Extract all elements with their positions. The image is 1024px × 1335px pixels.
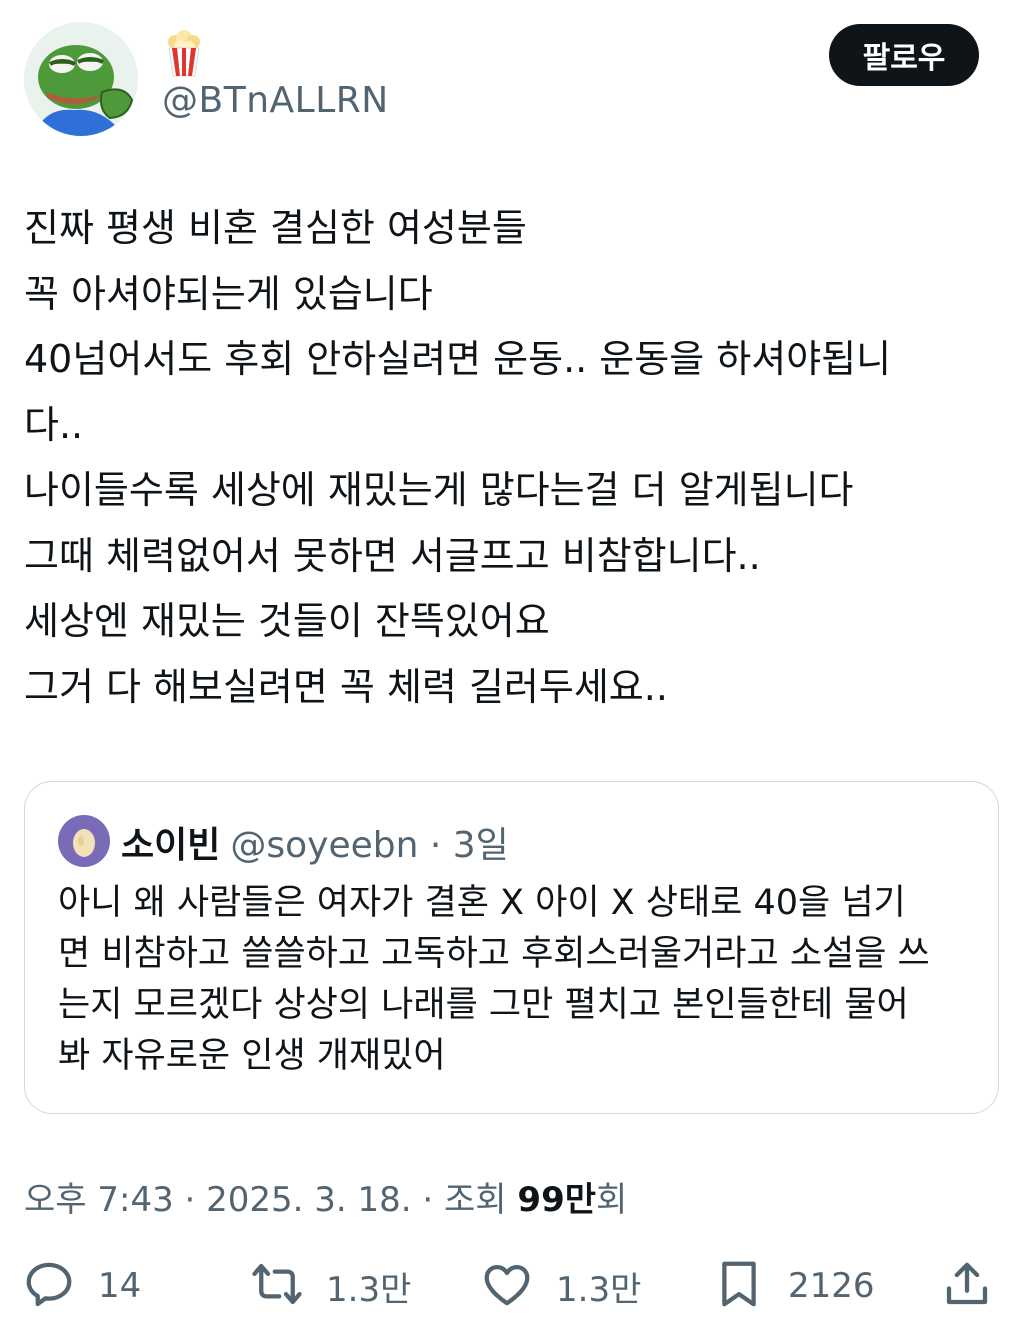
quoted-meta: 소이빈 @soyeebn · 3일: [121, 816, 509, 868]
tweet-line: 꼭 아셔야되는게 있습니다: [24, 271, 433, 316]
reply-count: 14: [98, 1266, 142, 1306]
action-bar: 14 1.3만 1.3만 2126: [0, 1256, 1024, 1316]
bookmark-icon: [712, 1257, 766, 1315]
like-count: 1.3만: [556, 1269, 642, 1310]
bookmark-button[interactable]: 2126: [712, 1256, 875, 1316]
popcorn-icon: [164, 30, 204, 78]
author-avatar[interactable]: [24, 22, 138, 136]
quoted-author-name[interactable]: 소이빈: [121, 825, 220, 866]
quoted-line: 면 비참하고 쓸쓸하고 고독하고 후회스러울거라고 소설을 쓰: [58, 934, 930, 974]
view-count: 99만: [517, 1180, 597, 1220]
tweet-line: 나이들수록 세상에 재밌는게 많다는걸 더 알게됩니다: [24, 468, 854, 512]
reply-icon: [22, 1257, 76, 1315]
tweet-line: 그거 다 해보실려면 꼭 체력 길러두세요..: [24, 664, 668, 709]
quoted-handle-time: @soyeebn · 3일: [230, 825, 509, 866]
quoted-line: 봐 자유로운 인생 개재밌어: [58, 1036, 446, 1076]
tweet-line: 다..: [24, 402, 84, 447]
like-button[interactable]: 1.3만: [480, 1256, 641, 1316]
follow-button[interactable]: 팔로우: [829, 24, 979, 86]
reply-button[interactable]: 14: [22, 1256, 141, 1316]
share-button[interactable]: [940, 1256, 994, 1316]
retweet-button[interactable]: 1.3만: [250, 1256, 411, 1316]
quoted-text: 아니 왜 사람들은 여자가 결혼 X 아이 X 상태로 40을 넘기 면 비참하…: [58, 878, 978, 1082]
quoted-line: 아니 왜 사람들은 여자가 결혼 X 아이 X 상태로 40을 넘기: [58, 883, 906, 923]
tweet-header: @BTnALLRN 팔로우: [0, 0, 1024, 150]
tweet-line: 그때 체력없어서 못하면 서글프고 비참합니다..: [24, 533, 761, 578]
heart-icon: [480, 1257, 534, 1315]
quoted-author-avatar[interactable]: [58, 815, 110, 867]
tweet-line: 40넘어서도 후회 안하실려면 운동.. 운동을 하셔야됩니: [24, 337, 892, 381]
tweet-meta: 오후 7:43 · 2025. 3. 18. · 조회 99만회: [24, 1172, 627, 1221]
bookmark-count: 2126: [788, 1266, 875, 1306]
quoted-line: 는지 모르겠다 상상의 나래를 그만 펼치고 본인들한테 물어: [58, 985, 909, 1025]
quoted-tweet-card[interactable]: 소이빈 @soyeebn · 3일 아니 왜 사람들은 여자가 결혼 X 아이 X…: [24, 781, 999, 1114]
view-suffix: 회: [596, 1180, 628, 1220]
tweet-text: 진짜 평생 비혼 결심한 여성분들 꼭 아셔야되는게 있습니다 40넘어서도 후…: [24, 196, 999, 720]
tweet-line: 진짜 평생 비혼 결심한 여성분들: [24, 206, 527, 250]
retweet-icon: [250, 1257, 304, 1315]
share-icon: [940, 1257, 994, 1315]
retweet-count: 1.3만: [326, 1269, 412, 1310]
author-handle[interactable]: @BTnALLRN: [162, 80, 389, 121]
tweet-datetime[interactable]: 오후 7:43 · 2025. 3. 18. · 조회: [24, 1180, 517, 1220]
tweet-line: 세상엔 재밌는 것들이 잔뜩있어요: [24, 599, 550, 643]
